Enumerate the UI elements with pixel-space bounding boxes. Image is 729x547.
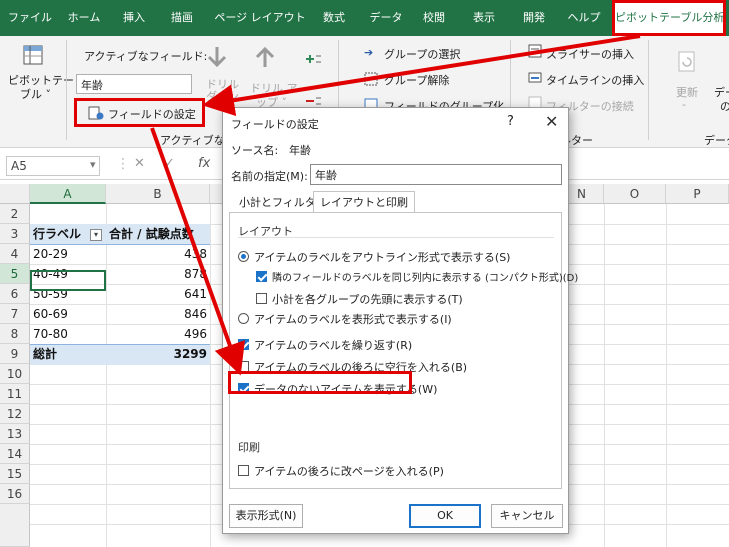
arrow-tab-to-field-settings: [202, 34, 641, 117]
arrow-field-settings-to-option: [150, 127, 245, 376]
annotation-arrows: [150, 34, 641, 376]
